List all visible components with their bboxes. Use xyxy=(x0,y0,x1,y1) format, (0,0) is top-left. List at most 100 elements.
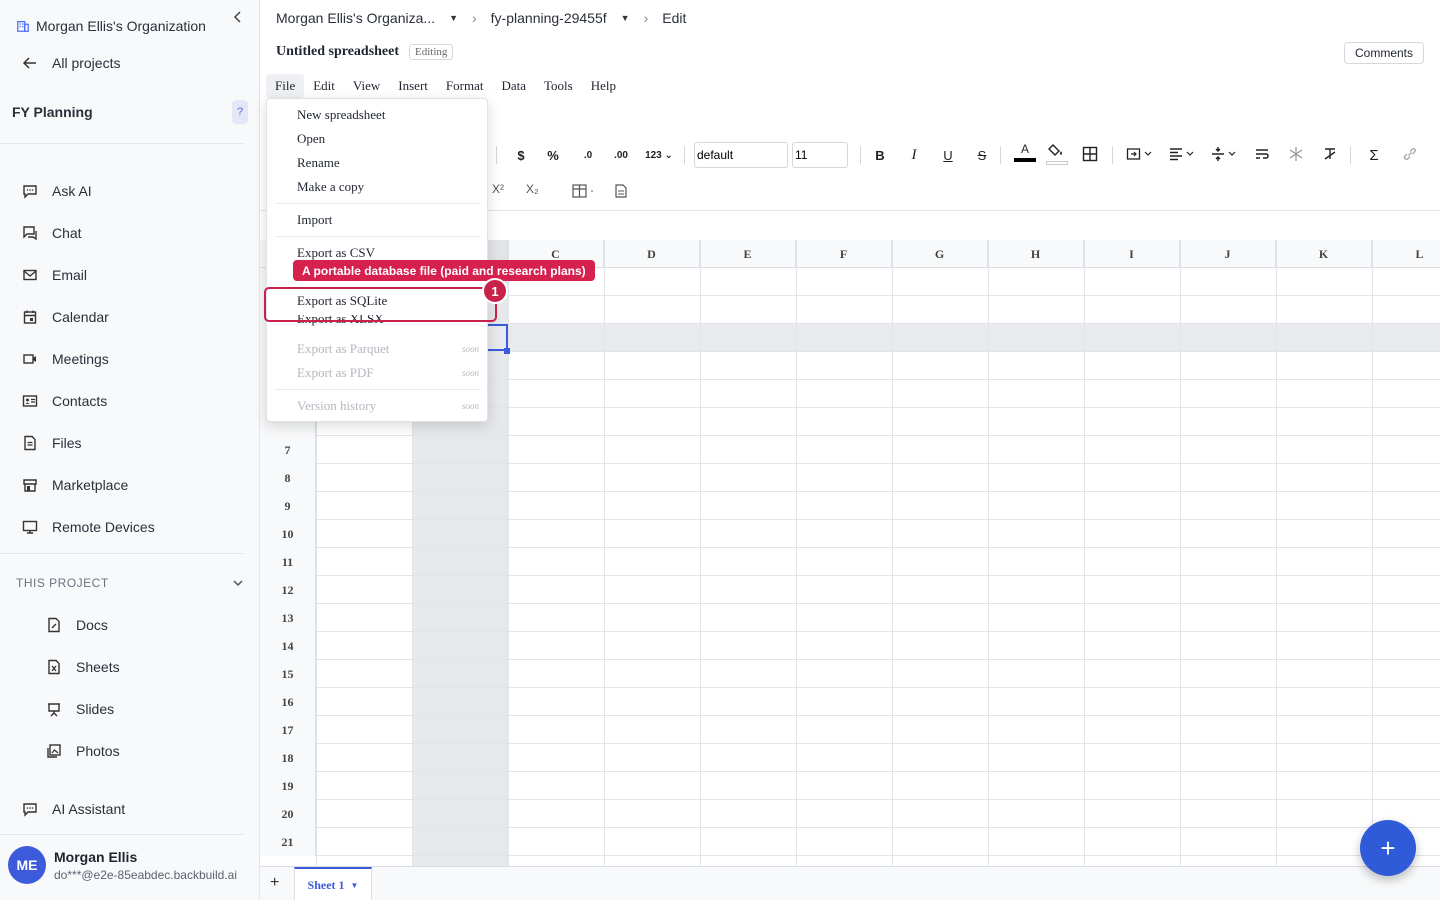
menu-file[interactable]: File xyxy=(266,74,305,98)
superscript-icon[interactable]: X² xyxy=(492,182,504,202)
column-header[interactable]: I xyxy=(1084,240,1180,268)
table-row[interactable]: 16 xyxy=(260,688,1440,716)
font-size-input[interactable] xyxy=(792,142,848,168)
table-row[interactable]: 9 xyxy=(260,492,1440,520)
currency-icon[interactable]: $ xyxy=(512,146,530,164)
project-item-photos[interactable]: Photos xyxy=(46,730,236,772)
user-profile[interactable]: ME Morgan Ellis do***@e2e-85eabdec.backb… xyxy=(8,846,237,884)
table-row[interactable]: 14 xyxy=(260,632,1440,660)
sidebar-item-contacts[interactable]: Contacts xyxy=(22,380,242,422)
fill-color-icon[interactable] xyxy=(1046,142,1068,166)
row-header[interactable]: 8 xyxy=(260,464,316,492)
sidebar-item-meetings[interactable]: Meetings xyxy=(22,338,242,380)
sum-icon[interactable]: Σ xyxy=(1366,146,1382,164)
table-row[interactable]: 20 xyxy=(260,800,1440,828)
insert-note-icon[interactable] xyxy=(614,184,628,198)
comments-button[interactable]: Comments xyxy=(1343,42,1424,64)
decrease-decimal-icon[interactable]: .0 xyxy=(578,146,598,164)
row-header[interactable]: 9 xyxy=(260,492,316,520)
text-color-icon[interactable]: A xyxy=(1014,142,1036,166)
column-header[interactable]: F xyxy=(796,240,892,268)
italic-icon[interactable]: I xyxy=(906,146,922,164)
ai-assistant-button[interactable]: AI Assistant xyxy=(22,801,125,817)
table-row[interactable]: 11 xyxy=(260,548,1440,576)
bold-icon[interactable]: B xyxy=(872,146,888,164)
table-row[interactable]: 19 xyxy=(260,772,1440,800)
merge-cells-icon[interactable] xyxy=(1126,146,1154,162)
column-header[interactable]: H xyxy=(988,240,1084,268)
menu-item-new-spreadsheet[interactable]: New spreadsheet xyxy=(297,105,479,125)
freeze-icon[interactable] xyxy=(1288,146,1304,162)
table-row[interactable]: 18 xyxy=(260,744,1440,772)
caret-down-icon[interactable]: ▼ xyxy=(351,881,359,890)
row-header[interactable]: 17 xyxy=(260,716,316,744)
column-header[interactable]: D xyxy=(604,240,700,268)
project-item-docs[interactable]: Docs xyxy=(46,604,236,646)
this-project-section-header[interactable]: THIS PROJECT xyxy=(16,576,244,590)
add-sheet-button[interactable]: + xyxy=(270,874,279,892)
crumb-project[interactable]: fy-planning-29455f xyxy=(491,10,607,26)
project-item-slides[interactable]: Slides xyxy=(46,688,236,730)
table-row[interactable]: 12 xyxy=(260,576,1440,604)
row-header[interactable]: 20 xyxy=(260,800,316,828)
help-button[interactable]: ? xyxy=(232,100,248,124)
strikethrough-icon[interactable]: S xyxy=(974,146,990,164)
percent-icon[interactable]: % xyxy=(544,146,562,164)
org-switcher[interactable]: Morgan Ellis's Organization xyxy=(16,15,248,37)
menu-edit[interactable]: Edit xyxy=(304,74,344,98)
fill-handle[interactable] xyxy=(504,348,510,354)
borders-icon[interactable] xyxy=(1082,146,1098,162)
increase-decimal-icon[interactable]: .00 xyxy=(610,146,632,164)
menu-item-import[interactable]: Import xyxy=(297,210,479,230)
sidebar-item-ask-ai[interactable]: Ask AI xyxy=(22,170,242,212)
add-fab-button[interactable]: + xyxy=(1360,820,1416,876)
menu-tools[interactable]: Tools xyxy=(535,74,582,98)
table-row[interactable]: 7 xyxy=(260,436,1440,464)
column-header[interactable]: K xyxy=(1276,240,1372,268)
row-header[interactable]: 12 xyxy=(260,576,316,604)
row-header[interactable]: 18 xyxy=(260,744,316,772)
menu-view[interactable]: View xyxy=(344,74,389,98)
table-row[interactable]: 17 xyxy=(260,716,1440,744)
column-header[interactable]: E xyxy=(700,240,796,268)
row-header[interactable]: 13 xyxy=(260,604,316,632)
column-header[interactable]: G xyxy=(892,240,988,268)
menu-help[interactable]: Help xyxy=(582,74,625,98)
caret-down-icon[interactable]: ▼ xyxy=(449,13,458,23)
row-header[interactable]: 19 xyxy=(260,772,316,800)
menu-data[interactable]: Data xyxy=(492,74,535,98)
row-header[interactable]: 14 xyxy=(260,632,316,660)
number-format-button[interactable]: 123 ⌄ xyxy=(644,146,674,164)
table-row[interactable]: 8 xyxy=(260,464,1440,492)
sidebar-item-remote-devices[interactable]: Remote Devices xyxy=(22,506,242,548)
table-row[interactable]: 15 xyxy=(260,660,1440,688)
font-name-input[interactable] xyxy=(694,142,788,168)
menu-format[interactable]: Format xyxy=(437,74,493,98)
doc-title[interactable]: Untitled spreadsheet xyxy=(276,44,399,60)
align-left-icon[interactable] xyxy=(1168,146,1196,162)
sidebar-item-marketplace[interactable]: Marketplace xyxy=(22,464,242,506)
text-wrap-icon[interactable] xyxy=(1254,146,1270,162)
row-header[interactable]: 7 xyxy=(260,436,316,464)
column-header[interactable]: L xyxy=(1372,240,1440,268)
sidebar-item-files[interactable]: Files xyxy=(22,422,242,464)
row-header[interactable]: 10 xyxy=(260,520,316,548)
row-header[interactable]: 11 xyxy=(260,548,316,576)
project-item-sheets[interactable]: Sheets xyxy=(46,646,236,688)
insert-table-icon[interactable] xyxy=(572,184,596,198)
sheet-tab[interactable]: Sheet 1 ▼ xyxy=(294,867,372,900)
menu-item-make-copy[interactable]: Make a copy xyxy=(297,177,479,197)
table-row[interactable]: 21 xyxy=(260,828,1440,856)
all-projects-link[interactable]: All projects xyxy=(22,55,120,71)
row-header[interactable]: 16 xyxy=(260,688,316,716)
sidebar-item-chat[interactable]: Chat xyxy=(22,212,242,254)
vertical-align-icon[interactable] xyxy=(1210,146,1238,162)
row-header[interactable]: 21 xyxy=(260,828,316,856)
table-row[interactable]: 10 xyxy=(260,520,1440,548)
menu-item-open[interactable]: Open xyxy=(297,129,479,149)
crumb-org[interactable]: Morgan Ellis's Organiza... xyxy=(276,10,435,26)
menu-insert[interactable]: Insert xyxy=(389,74,437,98)
subscript-icon[interactable]: X₂ xyxy=(526,182,539,202)
underline-icon[interactable]: U xyxy=(940,146,956,164)
menu-item-rename[interactable]: Rename xyxy=(297,153,479,173)
